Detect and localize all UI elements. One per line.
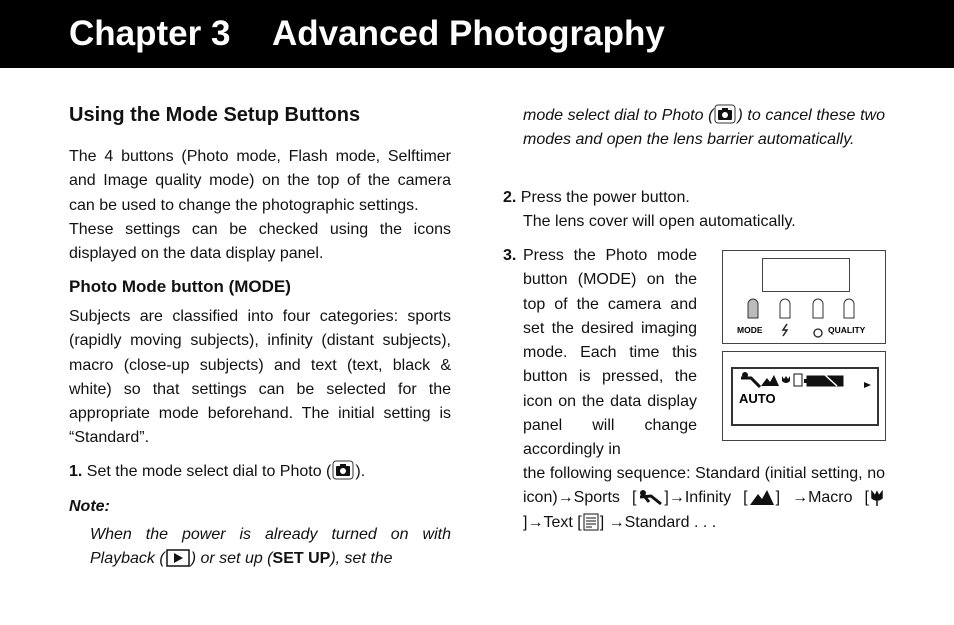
step-text: Set the mode select dial to Photo ( bbox=[86, 463, 332, 480]
intro-text-2: These settings can be checked using the … bbox=[69, 220, 451, 263]
step-text-end: ). bbox=[355, 463, 366, 480]
note-cont-a: mode select dial to Photo ( bbox=[523, 107, 714, 124]
intro-text-1: The 4 buttons (Photo mode, Flash mode, S… bbox=[69, 148, 451, 214]
chapter-number: Chapter 3 bbox=[69, 14, 231, 53]
mode-label: MODE bbox=[737, 325, 763, 335]
quality-label: QUALITY bbox=[828, 325, 866, 335]
subsection-heading: Photo Mode button (MODE) bbox=[69, 277, 291, 296]
step-2: 2. Press the power button. The lens cove… bbox=[503, 186, 885, 235]
seq-c: ] →Macro [ bbox=[775, 489, 869, 507]
mode-sequence: the following sequence: Standard (initia… bbox=[523, 462, 885, 535]
auto-label: AUTO bbox=[739, 391, 776, 406]
step-1: 1. Set the mode select dial to Photo (). bbox=[69, 460, 451, 484]
seq-b: ]→Infinity [ bbox=[664, 489, 748, 507]
playback-icon bbox=[165, 549, 190, 568]
intro-paragraph: The 4 buttons (Photo mode, Flash mode, S… bbox=[69, 145, 451, 266]
macro-flower-icon bbox=[871, 490, 883, 507]
camera-icon bbox=[714, 104, 736, 124]
setup-label: SET UP bbox=[272, 550, 331, 568]
lcd-panel: AUTO bbox=[731, 367, 879, 426]
note-text: When the power is already turned on with… bbox=[90, 523, 451, 572]
panel-icons: AUTO bbox=[739, 372, 871, 406]
seq-e: ] →Standard . . . bbox=[599, 513, 717, 531]
camera-top-buttons-figure: MODE QUALITY bbox=[722, 250, 886, 344]
body-paragraph: Subjects are classified into four catego… bbox=[69, 308, 451, 447]
note-text-b: ) or set up ( bbox=[190, 550, 273, 568]
lcd-window bbox=[762, 258, 850, 292]
buttons-diagram: MODE QUALITY bbox=[737, 298, 866, 338]
step-number: 1. bbox=[69, 463, 83, 480]
step-subtext: The lens cover will open automatically. bbox=[523, 213, 796, 231]
step-number: 3. bbox=[503, 247, 517, 264]
text-document-icon bbox=[583, 513, 599, 531]
note-continued: mode select dial to Photo () to cancel t… bbox=[523, 104, 885, 153]
note-label: Note: bbox=[69, 498, 110, 515]
step-number: 2. bbox=[503, 189, 517, 206]
seq-d: ]→Text [ bbox=[523, 513, 582, 531]
chapter-header: Chapter 3 Advanced Photography bbox=[0, 0, 954, 68]
note-text-c: ), set the bbox=[330, 550, 393, 568]
infinity-mountain-icon bbox=[749, 490, 774, 506]
step-text: Press the power button. bbox=[520, 189, 690, 206]
camera-icon bbox=[332, 460, 354, 480]
section-heading: Using the Mode Setup Buttons bbox=[69, 104, 361, 126]
data-display-panel-figure: AUTO bbox=[722, 351, 886, 441]
sports-icon bbox=[640, 490, 663, 506]
step-3-text: Press the Photo mode button (MODE) on th… bbox=[523, 247, 697, 459]
chapter-title: Advanced Photography bbox=[272, 14, 665, 53]
